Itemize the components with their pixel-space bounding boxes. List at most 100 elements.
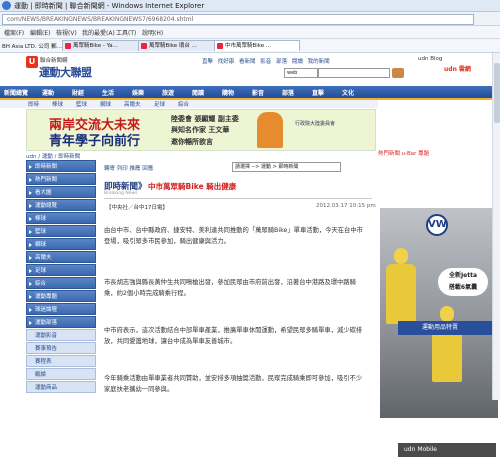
top-link[interactable]: 我的新聞 (308, 59, 330, 65)
sidebar-item[interactable]: 籃球 (26, 225, 96, 237)
nav-item[interactable]: 新聞總覽 (4, 88, 28, 97)
banner-ad[interactable]: 兩岸交流大未來 青年學子向前行 陸委會 張顯耀 副主委 與知名作家 王文華 邀你… (26, 109, 376, 151)
favorite-link[interactable]: BH Asia LTD. 公司 郵... (2, 42, 62, 50)
sidebar-item-label: 運動專題 (35, 294, 58, 300)
vw-advertisement[interactable]: VW 全新Jetta 搭載6氣囊 (380, 208, 498, 418)
subnav-item[interactable]: 網球 (100, 100, 111, 108)
bubble-line-2: 搭載6氣囊 (448, 284, 478, 291)
sidebar-item[interactable]: 運動影音 (26, 329, 96, 341)
subnav-item[interactable]: 足球 (154, 100, 165, 108)
menu-edit[interactable]: 編輯(E) (30, 28, 50, 37)
sidebar-item[interactable]: 高爾夫 (26, 251, 96, 263)
subnav-item[interactable]: 高爾夫 (124, 100, 141, 108)
window-titlebar: 運動 | 即時新聞 | 聯合新聞網 - Windows Internet Exp… (0, 0, 500, 12)
sidebar-item[interactable]: 球迷論壇 (26, 303, 96, 315)
sidebar-item[interactable]: 看大圖 (26, 186, 96, 198)
sidebar-item-label: 運動影音 (35, 333, 58, 339)
nav-item[interactable]: 運動 (42, 88, 54, 97)
nav-item[interactable]: 部落 (282, 88, 294, 97)
article-headline: 中市萬眾騎Bike 騎出健康 (148, 182, 237, 191)
sidebar-item[interactable]: 運動總覽 (26, 199, 96, 211)
bubble-line-1: 全新Jetta (448, 272, 478, 279)
arrow-right-icon (29, 217, 32, 221)
nav-item[interactable]: 旅遊 (162, 88, 174, 97)
page-scrollbar[interactable] (492, 53, 500, 400)
right-tabs[interactable]: 熱門新聞 u-Bar 專題 (378, 149, 500, 157)
nav-item[interactable]: 財經 (72, 88, 84, 97)
main-nav: 新聞總覽 運動 財經 生活 娛樂 旅遊 閱讀 購物 影音 部落 直擊 文化 (0, 86, 500, 100)
top-link[interactable]: 影音 (260, 59, 271, 65)
address-input[interactable]: com/NEWS/BREAKINGNEWS/BREAKINGNEWS7/6968… (2, 14, 474, 25)
sidebar-item[interactable]: 運動商品 (26, 381, 96, 393)
nav-item[interactable]: 文化 (342, 88, 354, 97)
sidebar-item[interactable]: 熱門新聞 (26, 173, 96, 185)
menu-view[interactable]: 檢視(V) (56, 28, 77, 37)
top-link[interactable]: 找好康 (218, 59, 235, 65)
nav-item[interactable]: 閱讀 (192, 88, 204, 97)
sidebar-item[interactable]: 網球 (26, 238, 96, 250)
sidebar-item-label: 球迷論壇 (35, 307, 58, 313)
sidebar-item[interactable]: 賽事預告 (26, 342, 96, 354)
sidebar-item[interactable]: 綜合 (26, 277, 96, 289)
sidebar-item-label: 足球 (35, 268, 47, 274)
sidebar-item[interactable]: 運動部落 (26, 316, 96, 328)
sidebar-item-label: 賽程表 (35, 359, 52, 365)
breadcrumb[interactable]: udn / 運動 / 即時新聞 (26, 152, 80, 160)
article-date: 2012.03.17 10:15 pm (316, 203, 376, 209)
subnav-item[interactable]: 即時 (28, 100, 39, 108)
sidebar-item-label: 即時新聞 (35, 164, 58, 170)
scrollbar-thumb[interactable] (494, 63, 500, 123)
tab-label: 中市萬眾騎Bike ... (225, 43, 272, 49)
search-input[interactable] (318, 68, 390, 78)
article-paragraph: 今年騎乘活動由單車業者共同贊助，並安排多項抽獎活動，民眾完成騎乘即可參加，吸引不… (104, 375, 363, 393)
nav-item[interactable]: 生活 (102, 88, 114, 97)
sidebar-item-label: 戰績 (35, 372, 47, 378)
top-link[interactable]: 部落 (276, 59, 287, 65)
subnav-item[interactable]: 綜合 (178, 100, 189, 108)
tab-3-active[interactable]: 中市萬眾騎Bike ... (214, 40, 300, 51)
article-tools[interactable]: 轉寄 列印 推薦 回應 (104, 164, 153, 172)
subnav-item[interactable]: 棒球 (52, 100, 63, 108)
mobile-banner[interactable]: udn Mobile (398, 443, 496, 457)
sidebar-item-label: 看大圖 (35, 190, 52, 196)
udn-logo-icon: U (26, 56, 38, 68)
top-link[interactable]: 閱讀 (292, 59, 303, 65)
menu-help[interactable]: 說明(H) (142, 28, 163, 37)
nav-item[interactable]: 影音 (252, 88, 264, 97)
site-logo[interactable]: U 聯合新聞網 運動大聯盟 (26, 56, 92, 82)
menu-tools[interactable]: 工具(T) (116, 28, 136, 37)
banner-headline-2: 青年學子向前行 (49, 134, 141, 149)
udn-brand[interactable]: udn 雲網 (444, 64, 471, 73)
sidebar-item-label: 籃球 (35, 229, 47, 235)
category-select[interactable]: 請選擇 --> 運動 > 即時新聞 (232, 162, 341, 172)
top-link[interactable]: 看新聞 (239, 59, 256, 65)
sidebar-item-label: 網球 (35, 242, 47, 248)
sidebar-item[interactable]: 賽程表 (26, 355, 96, 367)
nav-item[interactable]: 直擊 (312, 88, 324, 97)
sidebar-item[interactable]: 足球 (26, 264, 96, 276)
menu-file[interactable]: 檔案(F) (4, 28, 24, 37)
tab-1[interactable]: 萬眾騎Bike - Ya... (62, 40, 148, 51)
search-button[interactable] (392, 68, 404, 78)
nav-item[interactable]: 娛樂 (132, 88, 144, 97)
sidebar-item-label: 棒球 (35, 216, 47, 222)
subnav-item[interactable]: 籃球 (76, 100, 87, 108)
promo-banner[interactable]: 運動用品特賣 (398, 321, 496, 335)
tab-2[interactable]: 萬眾騎Bike 環台 ... (138, 40, 224, 51)
sidebar-item[interactable]: 棒球 (26, 212, 96, 224)
sidebar-item-label: 運動部落 (35, 320, 58, 326)
sidebar-item[interactable]: 即時新聞 (26, 160, 96, 172)
menu-favorites[interactable]: 我的最愛(A) (82, 28, 115, 37)
address-bar[interactable]: com/NEWS/BREAKINGNEWS/BREAKINGNEWS7/6968… (0, 12, 500, 26)
search-scope-select[interactable]: web (284, 68, 318, 78)
arrow-right-icon (29, 282, 32, 286)
sidebar-item[interactable]: 戰績 (26, 368, 96, 380)
blog-link[interactable]: udn Blog (418, 56, 442, 62)
sidebar-item-label: 熱門新聞 (35, 177, 58, 183)
sidebar-item[interactable]: 運動專題 (26, 290, 96, 302)
top-link[interactable]: 直擊 (202, 59, 213, 65)
nav-item[interactable]: 購物 (222, 88, 234, 97)
site-search: web (284, 68, 412, 78)
sub-nav: 即時 棒球 籃球 網球 高爾夫 足球 綜合 (0, 100, 380, 108)
menu-bar: 檔案(F) 編輯(E) 檢視(V) 我的最愛(A) 工具(T) 說明(H) (0, 26, 500, 39)
